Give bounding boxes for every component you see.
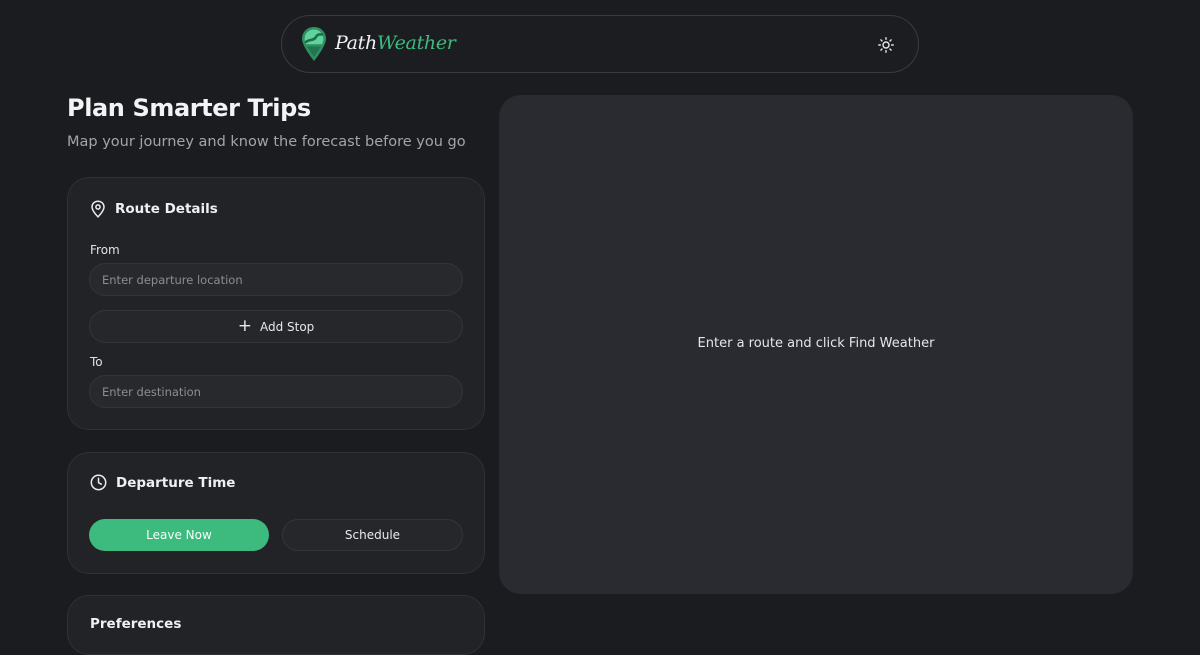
route-details-header: Route Details xyxy=(90,200,218,218)
page-subtitle: Map your journey and know the forecast b… xyxy=(67,134,466,150)
from-label: From xyxy=(90,243,120,257)
clock-icon xyxy=(90,474,107,491)
map-pin-road-icon xyxy=(302,27,326,61)
brand-part-path: Path xyxy=(335,32,377,54)
route-details-title: Route Details xyxy=(115,201,218,217)
map-panel[interactable]: Enter a route and click Find Weather xyxy=(499,95,1133,594)
sun-icon[interactable] xyxy=(877,36,895,54)
plus-icon: + xyxy=(237,316,252,336)
preferences-card: Preferences xyxy=(67,595,485,655)
add-stop-label: Add Stop xyxy=(259,319,315,334)
location-pin-icon xyxy=(91,200,105,218)
add-stop-button[interactable]: + Add Stop xyxy=(89,310,463,343)
from-input[interactable] xyxy=(89,263,463,296)
to-input[interactable] xyxy=(89,375,463,408)
map-empty-message: Enter a route and click Find Weather xyxy=(697,336,935,351)
route-details-card: Route Details From + Add Stop To xyxy=(67,177,485,430)
page-title: Plan Smarter Trips xyxy=(67,94,311,122)
schedule-button[interactable]: Schedule xyxy=(282,519,463,551)
brand-part-weather: Weather xyxy=(376,32,456,54)
brand-name[interactable]: PathWeather xyxy=(335,32,456,54)
departure-time-title: Departure Time xyxy=(116,474,236,491)
top-navbar: PathWeather xyxy=(281,15,919,73)
to-label: To xyxy=(90,355,103,369)
leave-now-button[interactable]: Leave Now xyxy=(89,519,269,551)
departure-time-card: Departure Time Leave Now Schedule xyxy=(67,452,485,574)
departure-time-header: Departure Time xyxy=(90,474,235,491)
